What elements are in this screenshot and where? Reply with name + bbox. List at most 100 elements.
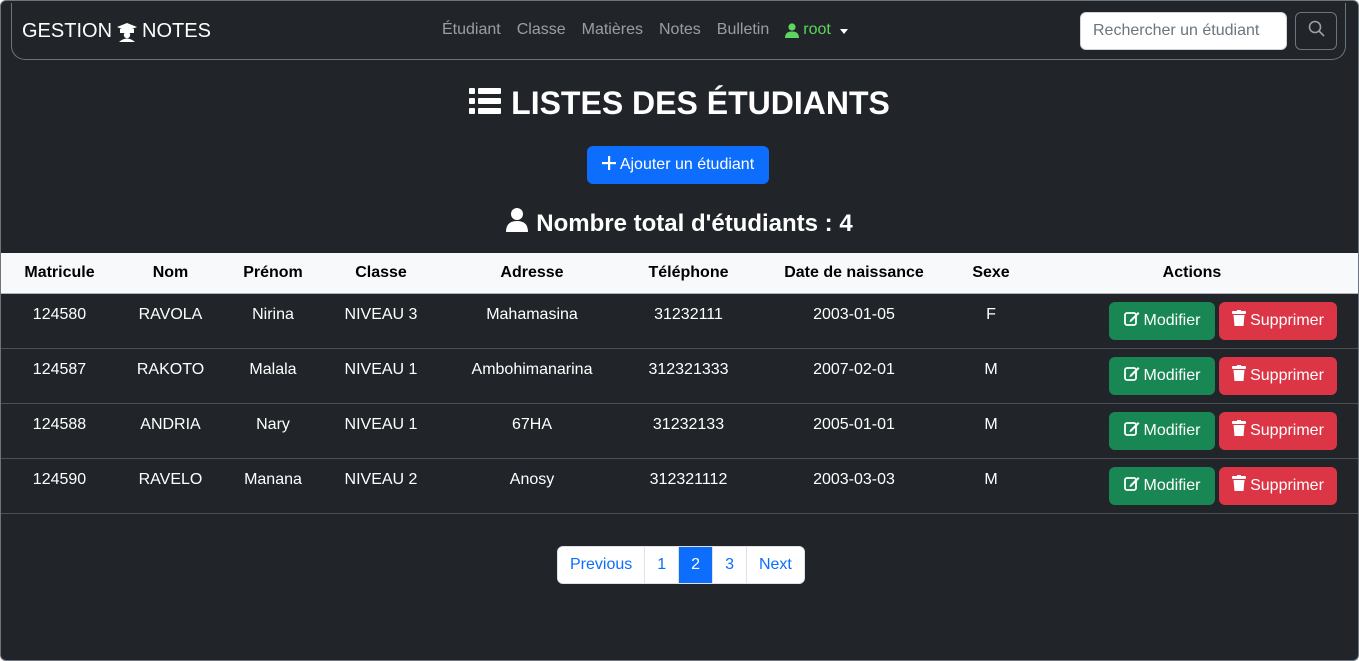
trash-icon — [1232, 365, 1247, 386]
cell-adresse: Ambohimanarina — [439, 348, 625, 404]
delete-label: Supprimer — [1250, 366, 1324, 384]
edit-label: Modifier — [1143, 311, 1201, 329]
pagination-page-1[interactable]: 1 — [645, 547, 680, 583]
search-button[interactable] — [1295, 12, 1337, 50]
edit-button[interactable]: Modifier — [1109, 301, 1215, 340]
column-header[interactable]: Sexe — [956, 253, 1026, 294]
pagination-next[interactable]: Next — [746, 547, 804, 583]
edit-button[interactable]: Modifier — [1109, 466, 1215, 505]
nav-link-etudiant[interactable]: Étudiant — [442, 21, 501, 39]
table-row: 124580 RAVOLA Nirina NIVEAU 3 Mahamasina… — [1, 293, 1358, 349]
cell-classe: NIVEAU 1 — [323, 348, 439, 404]
cell-sexe: M — [956, 403, 1026, 459]
cell-date-naissance: 2005-01-01 — [752, 403, 956, 459]
cell-matricule: 124590 — [1, 458, 118, 514]
cell-prenom: Nary — [223, 403, 323, 459]
trash-icon — [1232, 420, 1247, 441]
cell-nom: RAVOLA — [118, 293, 223, 349]
column-header: Actions — [1026, 253, 1358, 294]
cell-classe: NIVEAU 3 — [323, 293, 439, 349]
edit-icon — [1123, 475, 1140, 496]
nav-links: Étudiant Classe Matières Notes Bulletin … — [442, 21, 848, 39]
list-icon — [469, 85, 502, 122]
delete-button[interactable]: Supprimer — [1219, 301, 1337, 340]
add-student-button[interactable]: Ajouter un étudiant — [587, 146, 769, 184]
students-table: Matricule Nom Prénom Classe Adresse Télé… — [1, 253, 1358, 514]
edit-label: Modifier — [1143, 366, 1201, 384]
column-header[interactable]: Adresse — [439, 253, 625, 294]
column-header[interactable]: Nom — [118, 253, 223, 294]
cell-prenom: Manana — [223, 458, 323, 514]
user-menu-dropdown[interactable]: root — [785, 21, 848, 39]
navbar: GESTION NOTES Étudiant Classe Matières N… — [11, 3, 1346, 60]
brand-right-text: NOTES — [142, 20, 211, 42]
nav-link-notes[interactable]: Notes — [659, 21, 701, 39]
trash-icon — [1232, 310, 1247, 331]
cell-telephone: 31232133 — [625, 403, 752, 459]
app-frame: GESTION NOTES Étudiant Classe Matières N… — [0, 0, 1359, 661]
brand-left-text: GESTION — [22, 20, 113, 42]
column-header[interactable]: Matricule — [1, 253, 118, 294]
brand[interactable]: GESTION NOTES — [22, 20, 211, 43]
user-icon — [506, 208, 529, 239]
cell-matricule: 124580 — [1, 293, 118, 349]
edit-label: Modifier — [1143, 421, 1201, 439]
cell-sexe: M — [956, 458, 1026, 514]
edit-icon — [1123, 310, 1140, 331]
delete-button[interactable]: Supprimer — [1219, 466, 1337, 505]
nav-link-classe[interactable]: Classe — [517, 21, 566, 39]
table-row: 124590 RAVELO Manana NIVEAU 2 Anosy 3123… — [1, 458, 1358, 514]
cell-actions: Modifier Supprimer — [1026, 458, 1358, 514]
add-student-label: Ajouter un étudiant — [619, 156, 755, 173]
edit-button[interactable]: Modifier — [1109, 411, 1215, 450]
pagination-page-2[interactable]: 2 — [679, 547, 714, 583]
page-title-text: LISTES DES ÉTUDIANTS — [511, 85, 890, 121]
nav-link-bulletin[interactable]: Bulletin — [717, 21, 769, 39]
user-icon — [785, 22, 800, 38]
edit-icon — [1123, 420, 1140, 441]
plus-icon — [601, 155, 616, 175]
delete-label: Supprimer — [1250, 421, 1324, 439]
total-students-text: Nombre total d'étudiants : 4 — [536, 209, 853, 237]
cell-telephone: 312321333 — [625, 348, 752, 404]
chevron-down-icon — [839, 28, 848, 34]
pagination-previous[interactable]: Previous — [558, 547, 646, 583]
cell-actions: Modifier Supprimer — [1026, 293, 1358, 349]
cell-matricule: 124588 — [1, 403, 118, 459]
cell-date-naissance: 2003-01-05 — [752, 293, 956, 349]
pagination: Previous 1 2 3 Next — [557, 546, 805, 584]
table-row: 124588 ANDRIA Nary NIVEAU 1 67HA 3123213… — [1, 403, 1358, 459]
delete-button[interactable]: Supprimer — [1219, 356, 1337, 395]
delete-label: Supprimer — [1250, 311, 1324, 329]
edit-button[interactable]: Modifier — [1109, 356, 1215, 395]
cell-telephone: 312321112 — [625, 458, 752, 514]
cell-classe: NIVEAU 2 — [323, 458, 439, 514]
cell-sexe: M — [956, 348, 1026, 404]
cell-actions: Modifier Supprimer — [1026, 403, 1358, 459]
search-input[interactable] — [1080, 12, 1287, 50]
cell-adresse: 67HA — [439, 403, 625, 459]
cell-telephone: 31232111 — [625, 293, 752, 349]
total-students: Nombre total d'étudiants : 4 — [1, 208, 1358, 239]
delete-button[interactable]: Supprimer — [1219, 411, 1337, 450]
cell-classe: NIVEAU 1 — [323, 403, 439, 459]
cell-prenom: Nirina — [223, 293, 323, 349]
cell-matricule: 124587 — [1, 348, 118, 404]
cell-nom: ANDRIA — [118, 403, 223, 459]
pagination-page-3[interactable]: 3 — [713, 547, 747, 583]
nav-link-matieres[interactable]: Matières — [582, 21, 643, 39]
column-header[interactable]: Date de naissance — [752, 253, 956, 294]
cell-date-naissance: 2003-03-03 — [752, 458, 956, 514]
graduation-cap-icon — [116, 22, 138, 42]
page-title: LISTES DES ÉTUDIANTS — [1, 85, 1358, 122]
search-icon — [1308, 20, 1325, 42]
edit-label: Modifier — [1143, 476, 1201, 494]
trash-icon — [1232, 475, 1247, 496]
cell-nom: RAKOTO — [118, 348, 223, 404]
edit-icon — [1123, 365, 1140, 386]
column-header[interactable]: Prénom — [223, 253, 323, 294]
column-header[interactable]: Téléphone — [625, 253, 752, 294]
column-header[interactable]: Classe — [323, 253, 439, 294]
table-row: 124587 RAKOTO Malala NIVEAU 1 Ambohimana… — [1, 348, 1358, 404]
cell-nom: RAVELO — [118, 458, 223, 514]
